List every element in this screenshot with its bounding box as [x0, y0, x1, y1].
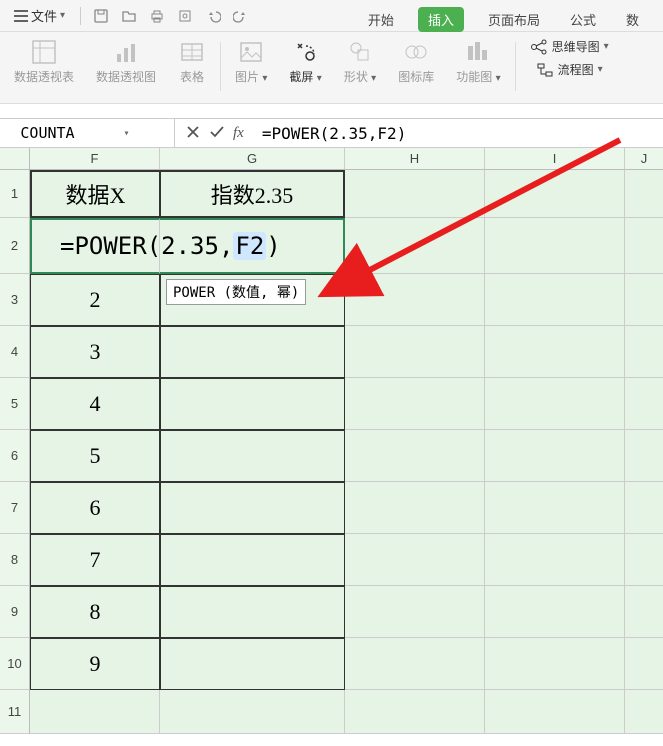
cell-J8[interactable]: [625, 534, 663, 586]
row-header-9[interactable]: 9: [0, 586, 30, 638]
chevron-down-icon: ▾: [87, 128, 166, 139]
row-header-2[interactable]: 2: [0, 218, 30, 274]
cell-F3[interactable]: 2: [30, 274, 160, 326]
tab-insert[interactable]: 插入: [418, 7, 464, 32]
row-header-7[interactable]: 7: [0, 482, 30, 534]
row-header-6[interactable]: 6: [0, 430, 30, 482]
file-menu[interactable]: 文件 ▾: [8, 3, 71, 28]
ribbon-insert: 数据透视表 数据透视图 表格 图片 ▾ 截屏 ▾ 形状 ▾ 图标库 功能图 ▾ …: [0, 32, 663, 104]
row-header-8[interactable]: 8: [0, 534, 30, 586]
print-icon[interactable]: [146, 5, 168, 27]
print-preview-icon[interactable]: [174, 5, 196, 27]
cell-G2-editing[interactable]: =POWER(2.35,F2): [160, 218, 345, 274]
cell-I4[interactable]: [485, 326, 625, 378]
picture-button[interactable]: 图片 ▾: [225, 38, 277, 95]
open-icon[interactable]: [118, 5, 140, 27]
cell-G5[interactable]: [160, 378, 345, 430]
redo-icon[interactable]: [230, 5, 252, 27]
cell-I6[interactable]: [485, 430, 625, 482]
row-header-1[interactable]: 1: [0, 170, 30, 218]
cell-I11[interactable]: [485, 690, 625, 734]
ribbon-tabs: 开始 插入 页面布局 公式 数: [362, 3, 657, 38]
cell-G7[interactable]: [160, 482, 345, 534]
cell-J10[interactable]: [625, 638, 663, 690]
table-button[interactable]: 表格: [168, 38, 216, 95]
cell-I10[interactable]: [485, 638, 625, 690]
confirm-icon[interactable]: [209, 124, 225, 143]
cell-F5[interactable]: 4: [30, 378, 160, 430]
name-box[interactable]: COUNTA ▾: [0, 119, 175, 147]
cell-G3[interactable]: POWER (数值, 幂): [160, 274, 345, 326]
cell-G6[interactable]: [160, 430, 345, 482]
col-header-F[interactable]: F: [30, 148, 160, 170]
cell-J11[interactable]: [625, 690, 663, 734]
cell-G9[interactable]: [160, 586, 345, 638]
mindmap-button[interactable]: 思维导图 ▾: [530, 38, 609, 55]
cell-G10[interactable]: [160, 638, 345, 690]
flowchart-button[interactable]: 流程图 ▾: [536, 61, 603, 78]
cell-F9[interactable]: 8: [30, 586, 160, 638]
cell-I9[interactable]: [485, 586, 625, 638]
cell-H7[interactable]: [345, 482, 485, 534]
cell-H5[interactable]: [345, 378, 485, 430]
row-header-11[interactable]: 11: [0, 690, 30, 734]
tab-data[interactable]: 数: [620, 7, 645, 32]
cell-J5[interactable]: [625, 378, 663, 430]
cell-G4[interactable]: [160, 326, 345, 378]
mindmap-flowchart-group: 思维导图 ▾ 流程图 ▾: [520, 38, 619, 95]
cell-I8[interactable]: [485, 534, 625, 586]
cell-F6[interactable]: 5: [30, 430, 160, 482]
cell-F1[interactable]: 数据X: [30, 170, 160, 218]
cancel-icon[interactable]: [185, 124, 201, 143]
save-icon[interactable]: [90, 5, 112, 27]
cell-J9[interactable]: [625, 586, 663, 638]
tab-start[interactable]: 开始: [362, 7, 400, 32]
cell-F4[interactable]: 3: [30, 326, 160, 378]
tab-layout[interactable]: 页面布局: [482, 7, 546, 32]
cell-F8[interactable]: 7: [30, 534, 160, 586]
select-all-corner[interactable]: [0, 148, 30, 170]
cell-H9[interactable]: [345, 586, 485, 638]
row-header-5[interactable]: 5: [0, 378, 30, 430]
cell-G11[interactable]: [160, 690, 345, 734]
cell-H10[interactable]: [345, 638, 485, 690]
pivot-chart-button[interactable]: 数据透视图: [86, 38, 166, 95]
cell-J4[interactable]: [625, 326, 663, 378]
cell-I7[interactable]: [485, 482, 625, 534]
chevron-down-icon: ▾: [60, 10, 65, 21]
row-header-4[interactable]: 4: [0, 326, 30, 378]
pivot-table-button[interactable]: 数据透视表: [4, 38, 84, 95]
screenshot-button[interactable]: 截屏 ▾: [279, 38, 331, 95]
undo-icon[interactable]: [202, 5, 224, 27]
cell-I5[interactable]: [485, 378, 625, 430]
cell-G8[interactable]: [160, 534, 345, 586]
cell-G1[interactable]: 指数2.35: [160, 170, 345, 218]
row-header-10[interactable]: 10: [0, 638, 30, 690]
feature-chart-button[interactable]: 功能图 ▾: [446, 38, 510, 95]
function-tooltip: POWER (数值, 幂): [166, 279, 306, 305]
col-header-G[interactable]: G: [160, 148, 345, 170]
row-header-3[interactable]: 3: [0, 274, 30, 326]
cell-J6[interactable]: [625, 430, 663, 482]
fx-icon[interactable]: fx: [233, 125, 244, 142]
tab-formula[interactable]: 公式: [564, 7, 602, 32]
cell-H8[interactable]: [345, 534, 485, 586]
shapes-button[interactable]: 形状 ▾: [334, 38, 386, 95]
icon-lib-button[interactable]: 图标库: [388, 38, 444, 95]
cell-H6[interactable]: [345, 430, 485, 482]
cell-inline-formula: =POWER(2.35,F2): [60, 232, 281, 260]
cell-H4[interactable]: [345, 326, 485, 378]
cell-J7[interactable]: [625, 482, 663, 534]
cell-F10[interactable]: 9: [30, 638, 160, 690]
cell-H11[interactable]: [345, 690, 485, 734]
cell-F7[interactable]: 6: [30, 482, 160, 534]
annotation-arrow: [340, 130, 640, 303]
cell-F11[interactable]: [30, 690, 160, 734]
